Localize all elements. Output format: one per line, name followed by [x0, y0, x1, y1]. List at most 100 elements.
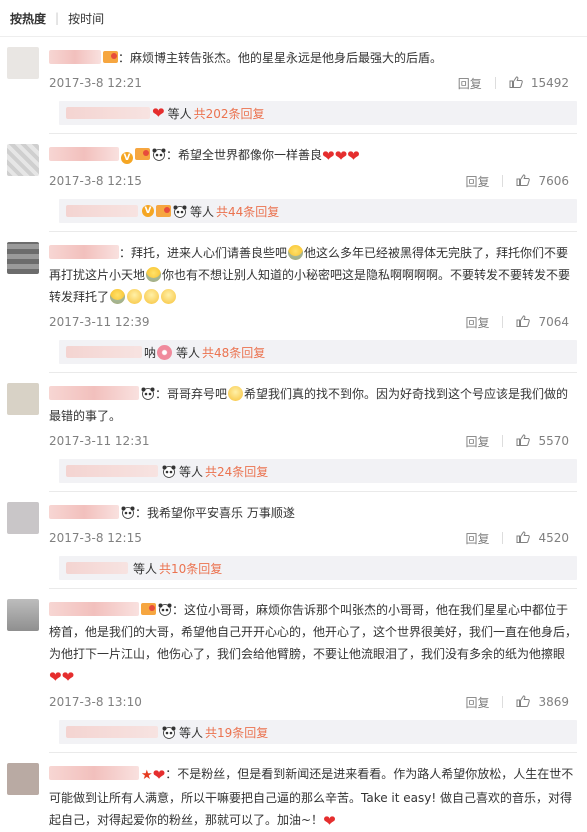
action-divider	[502, 532, 504, 544]
sort-tabs: 按热度 | 按时间	[0, 0, 587, 37]
emoji-icon	[161, 289, 177, 304]
comment-time: 2017-3-8 13:10	[49, 695, 142, 709]
reply-button[interactable]: 回复	[465, 433, 489, 450]
avatar[interactable]	[7, 599, 39, 631]
crying-emoji-icon	[146, 267, 162, 282]
crying-emoji-icon	[288, 245, 304, 260]
like-button[interactable]: 7064	[516, 315, 569, 329]
replies-label: 等人	[190, 204, 215, 219]
comment-text: ：麻烦博主转告张杰。他的星星永远是他身后最强大的后盾。	[118, 51, 443, 65]
reply-user-name[interactable]	[66, 726, 158, 738]
comment-time: 2017-3-11 12:39	[49, 315, 150, 329]
username[interactable]	[49, 505, 119, 519]
reply-button[interactable]: 回复	[465, 173, 489, 190]
replies-summary: ❤ 等人 共202条回复	[59, 101, 577, 125]
comment-body: ：我希望你平安喜乐 万事顺遂	[49, 502, 577, 524]
comment-time: 2017-3-11 12:31	[49, 434, 150, 448]
thumbs-up-icon	[516, 434, 531, 446]
username[interactable]	[49, 147, 119, 161]
avatar[interactable]	[7, 502, 39, 534]
comment-item: ：这位小哥哥，麻烦你告诉那个叫张杰的小哥哥，他在我们星星心中都位于榜首，他是我们…	[0, 589, 587, 753]
like-button[interactable]: 4520	[516, 531, 569, 545]
replies-label: 等人	[167, 106, 192, 121]
comment-text-part-1: ：哥哥弃号吧	[155, 387, 228, 401]
comment-meta: 2017-3-11 12:39 回复 7064	[49, 311, 577, 333]
username[interactable]	[49, 602, 139, 616]
replies-summary: 等人 共19条回复	[59, 720, 577, 744]
like-count: 15492	[530, 76, 569, 90]
username[interactable]	[49, 245, 119, 259]
username[interactable]	[49, 766, 139, 780]
vip-badge-icon	[141, 603, 156, 615]
replies-label: 等人	[133, 561, 158, 576]
comment-item: ：我希望你平安喜乐 万事顺遂 2017-3-8 12:15 回复 4520 等人…	[0, 492, 587, 589]
avatar[interactable]	[7, 242, 39, 274]
avatar[interactable]	[7, 144, 39, 176]
reply-user-name[interactable]	[66, 205, 138, 217]
view-replies-link[interactable]: 共44条回复	[216, 203, 279, 220]
like-count: 7606	[538, 174, 569, 188]
replies-label: 等人	[179, 725, 204, 740]
comment-text-part-1: ：拜托，进来人心们请善良些吧	[119, 246, 288, 260]
comment-item: V ：希望全世界都像你一样善良❤❤❤ 2017-3-8 12:15 回复 7606…	[0, 134, 587, 232]
tab-by-hot[interactable]: 按热度	[10, 10, 46, 27]
view-replies-link[interactable]: 共24条回复	[205, 463, 268, 480]
replies-label: 等人	[176, 345, 201, 360]
comment-item: ：拜托，进来人心们请善良些吧 他这么多年已经被黑得体无完肤了，拜托你们不要再打扰这…	[0, 232, 587, 373]
reply-button[interactable]: 回复	[465, 314, 489, 331]
panda-icon	[173, 205, 187, 218]
like-button[interactable]: 7606	[516, 174, 569, 188]
like-button[interactable]: 5570	[516, 434, 569, 448]
reply-user-name[interactable]	[66, 346, 142, 358]
action-divider	[502, 316, 504, 328]
comment-text: ：希望全世界都像你一样善良	[166, 148, 323, 162]
view-replies-link[interactable]: 共19条回复	[205, 724, 268, 741]
thumbs-up-icon	[516, 315, 531, 327]
action-divider	[502, 696, 504, 708]
thumbs-up-icon	[516, 174, 531, 186]
heart-icon: ❤❤	[49, 668, 75, 686]
avatar[interactable]	[7, 383, 39, 415]
view-replies-link[interactable]: 共10条回复	[159, 560, 222, 577]
username[interactable]	[49, 50, 101, 64]
action-divider	[502, 435, 504, 447]
reply-user-name-tail: 呐	[144, 345, 157, 360]
comment-time: 2017-3-8 12:15	[49, 174, 142, 188]
comment-meta: 2017-3-8 12:15 回复 7606	[49, 170, 577, 192]
tab-by-time[interactable]: 按时间	[68, 10, 104, 27]
replies-label: 等人	[179, 464, 204, 479]
avatar[interactable]	[7, 47, 39, 79]
view-replies-link[interactable]: 共48条回复	[202, 344, 265, 361]
panda-icon	[121, 506, 135, 519]
view-replies-link[interactable]: 共202条回复	[194, 105, 265, 122]
like-button[interactable]: 3869	[516, 695, 569, 709]
comment-meta: 2017-3-11 12:31 回复 5570	[49, 430, 577, 452]
panda-icon	[162, 465, 176, 478]
comment-body: ：哥哥弃号吧 希望我们真的找不到你。因为好奇找到这个号应该是我们做的最错的事了。	[49, 383, 577, 427]
crying-emoji-icon	[110, 289, 126, 304]
vip-badge-icon	[103, 51, 118, 63]
reply-button[interactable]: 回复	[458, 75, 482, 92]
comment-body: ：拜托，进来人心们请善良些吧 他这么多年已经被黑得体无完肤了，拜托你们不要再打扰这…	[49, 242, 577, 308]
avatar[interactable]	[7, 763, 39, 795]
reply-user-name[interactable]	[66, 107, 150, 119]
comment-time: 2017-3-8 12:15	[49, 531, 142, 545]
username[interactable]	[49, 386, 139, 400]
comment-body: ：这位小哥哥，麻烦你告诉那个叫张杰的小哥哥，他在我们星星心中都位于榜首，他是我们…	[49, 599, 577, 688]
comment-body: ：麻烦博主转告张杰。他的星星永远是他身后最强大的后盾。	[49, 47, 577, 69]
reply-button[interactable]: 回复	[465, 694, 489, 711]
reply-button[interactable]: 回复	[465, 530, 489, 547]
tab-separator: |	[55, 11, 60, 25]
comment-item: ：哥哥弃号吧 希望我们真的找不到你。因为好奇找到这个号应该是我们做的最错的事了。 …	[0, 373, 587, 492]
reply-user-name[interactable]	[66, 562, 128, 574]
comment-text: ：我希望你平安喜乐 万事顺遂	[135, 506, 295, 520]
reply-user-name[interactable]	[66, 465, 158, 477]
donut-icon	[157, 344, 173, 360]
like-button[interactable]: 15492	[509, 76, 569, 90]
comment-body: V ：希望全世界都像你一样善良❤❤❤	[49, 144, 577, 167]
emoji-icon	[144, 289, 160, 304]
vip-badge-icon	[156, 205, 171, 217]
replies-summary: 等人 共10条回复	[59, 556, 577, 580]
replies-summary: 等人 共24条回复	[59, 459, 577, 483]
action-divider	[494, 77, 496, 89]
